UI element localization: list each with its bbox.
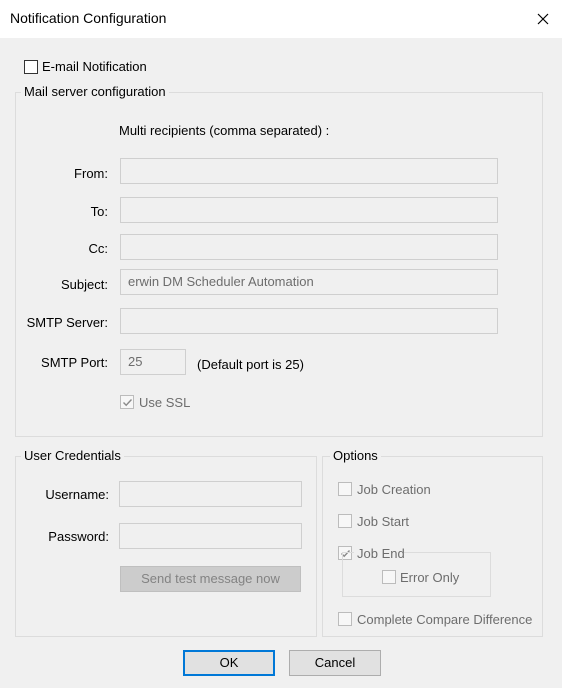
user-credentials-legend: User Credentials (21, 448, 124, 463)
to-label: To: (90, 204, 108, 219)
cancel-button[interactable]: Cancel (289, 650, 381, 676)
subject-field[interactable]: erwin DM Scheduler Automation (120, 269, 498, 295)
smtp-port-field[interactable]: 25 (120, 349, 186, 375)
options-legend: Options (330, 448, 381, 463)
smtp-server-field[interactable] (120, 308, 498, 334)
close-button[interactable] (524, 0, 562, 38)
to-field[interactable] (120, 197, 498, 223)
error-only-label: Error Only (400, 570, 460, 585)
from-field[interactable] (120, 158, 498, 184)
email-notification-checkbox[interactable] (24, 60, 38, 74)
job-creation-checkbox[interactable] (338, 482, 352, 496)
smtp-server-label: SMTP Server: (26, 315, 108, 330)
error-only-checkbox[interactable] (382, 570, 396, 584)
complete-compare-label: Complete Compare Difference (357, 612, 533, 627)
from-label: From: (74, 166, 108, 181)
subject-label: Subject: (61, 277, 108, 292)
smtp-port-label: SMTP Port: (41, 355, 108, 370)
multi-recipients-note: Multi recipients (comma separated) : (119, 123, 330, 138)
password-label: Password: (48, 529, 109, 544)
job-end-label-overlay: Job End (357, 546, 405, 561)
window-title: Notification Configuration (10, 10, 167, 26)
cc-label: Cc: (88, 241, 109, 256)
complete-compare-checkbox[interactable] (338, 612, 352, 626)
use-ssl-label: Use SSL (139, 395, 191, 410)
close-icon (537, 13, 549, 25)
email-notification-label: E-mail Notification (42, 59, 147, 74)
job-start-checkbox[interactable] (338, 514, 352, 528)
job-start-label: Job Start (357, 514, 410, 529)
mail-server-group (15, 92, 543, 437)
default-port-note: (Default port is 25) (197, 357, 304, 372)
send-test-message-button[interactable]: Send test message now (120, 566, 301, 592)
checkmark-icon (123, 399, 133, 407)
job-creation-label: Job Creation (357, 482, 431, 497)
username-field[interactable] (119, 481, 302, 507)
username-label: Username: (45, 487, 109, 502)
ok-button[interactable]: OK (183, 650, 275, 676)
mail-server-legend: Mail server configuration (21, 84, 169, 99)
use-ssl-checkbox[interactable] (120, 395, 134, 409)
title-bar: Notification Configuration (0, 0, 562, 38)
password-field[interactable] (119, 523, 302, 549)
cc-field[interactable] (120, 234, 498, 260)
